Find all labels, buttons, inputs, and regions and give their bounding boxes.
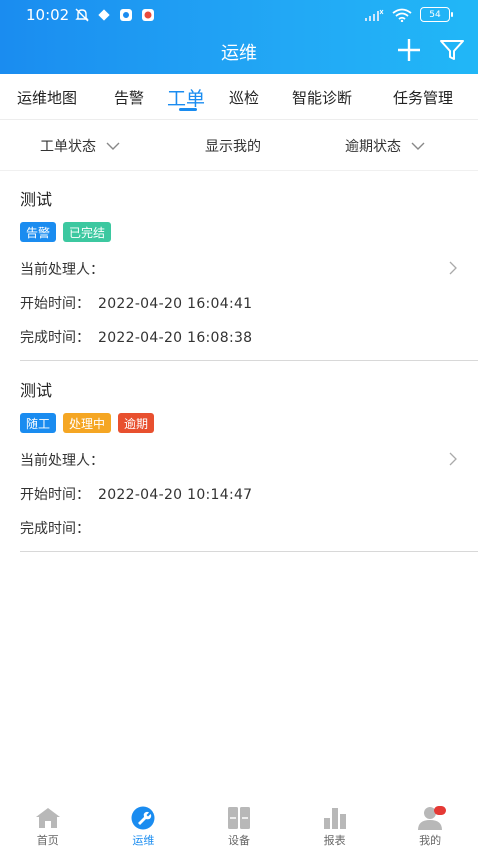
work-order-card[interactable]: 测试 告警 已完结 当前处理人： 开始时间： 2022-04-20 16:04:4… [0, 172, 478, 362]
nav-report[interactable]: 报表 [287, 796, 383, 850]
tab-ops-map[interactable]: 运维地图 [17, 74, 77, 120]
tab-inspection[interactable]: 巡检 [229, 74, 259, 120]
order-status-filter[interactable]: 工单状态 [40, 121, 120, 171]
nav-ops-label: 运维 [132, 834, 155, 847]
notification-dot [433, 806, 446, 815]
card-divider [20, 360, 478, 361]
status-bar: 10:02 54 [0, 0, 478, 30]
gallery-app-icon [120, 9, 132, 21]
finish-time-label: 完成时间： [20, 521, 90, 537]
overdue-badge: 逾期 [118, 413, 155, 433]
mute-icon [75, 8, 89, 22]
start-time-value: 2022-04-20 16:04:41 [98, 296, 253, 312]
card-divider [20, 551, 478, 552]
handler-label: 当前处理人： [20, 262, 104, 278]
chart-icon [323, 808, 346, 829]
diamond-app-icon [98, 9, 110, 21]
active-tab-indicator [179, 108, 197, 111]
bottom-nav: 首页 运维 设备 报表 我的 [0, 796, 478, 850]
tab-bar: 运维地图 告警 工单 巡检 智能诊断 任务管理 [0, 74, 478, 120]
start-time-value: 2022-04-20 10:14:47 [98, 487, 253, 503]
finish-time-row: 完成时间： [20, 518, 98, 538]
handler-label: 当前处理人： [20, 453, 104, 469]
status-icons-right: 54 [364, 7, 453, 22]
battery-level: 54 [429, 9, 441, 20]
nav-device-label: 设备 [227, 834, 250, 847]
show-mine-label: 显示我的 [205, 139, 261, 155]
start-time-label: 开始时间： [20, 487, 90, 503]
handler-row: 当前处理人： [20, 259, 112, 279]
work-order-card[interactable]: 测试 随工 处理中 逾期 当前处理人： 开始时间： 2022-04-20 10:1… [0, 363, 478, 553]
signal-icon [365, 9, 384, 21]
nav-report-label: 报表 [323, 834, 346, 847]
tab-smart-diagnosis[interactable]: 智能诊断 [292, 74, 352, 120]
nav-home[interactable]: 首页 [0, 796, 96, 850]
status-badge: 处理中 [63, 413, 112, 433]
order-title: 测试 [20, 190, 53, 209]
start-time-row: 开始时间： 2022-04-20 10:14:47 [20, 484, 252, 504]
finish-time-label: 完成时间： [20, 330, 90, 346]
browser-app-icon [142, 9, 154, 21]
handler-row: 当前处理人： [20, 450, 112, 470]
nav-mine[interactable]: 我的 [382, 796, 478, 850]
overdue-status-label: 逾期状态 [345, 139, 401, 155]
overdue-status-filter[interactable]: 逾期状态 [345, 121, 425, 171]
order-badges: 随工 处理中 逾期 [20, 413, 155, 433]
order-status-label: 工单状态 [40, 139, 96, 155]
chevron-down-icon [411, 142, 425, 150]
device-icon [227, 807, 250, 829]
start-time-label: 开始时间： [20, 296, 90, 312]
type-badge: 随工 [20, 413, 57, 433]
chevron-down-icon [106, 142, 120, 150]
home-icon [35, 808, 60, 828]
finish-time-row: 完成时间： 2022-04-20 16:08:38 [20, 327, 252, 347]
order-badges: 告警 已完结 [20, 222, 112, 242]
tab-work-order[interactable]: 工单 [167, 74, 205, 120]
type-badge: 告警 [20, 222, 57, 242]
chevron-right-icon [449, 261, 457, 275]
chevron-right-icon [449, 452, 457, 466]
show-mine-filter[interactable]: 显示我的 [205, 121, 261, 171]
status-time: 10:02 [26, 6, 70, 24]
battery-icon: 54 [420, 7, 453, 22]
nav-mine-label: 我的 [419, 834, 442, 847]
finish-time-value: 2022-04-20 16:08:38 [98, 330, 253, 346]
nav-device[interactable]: 设备 [191, 796, 287, 850]
status-badge: 已完结 [63, 222, 112, 242]
app-header: 10:02 54 运维 [0, 0, 478, 74]
start-time-row: 开始时间： 2022-04-20 16:04:41 [20, 293, 252, 313]
add-icon[interactable] [395, 37, 423, 63]
status-icons-left [74, 8, 156, 22]
tab-task-management[interactable]: 任务管理 [393, 74, 453, 120]
order-title: 测试 [20, 381, 53, 400]
wifi-icon [392, 8, 412, 22]
tab-alarm[interactable]: 告警 [114, 74, 144, 120]
nav-home-label: 首页 [36, 834, 59, 847]
wrench-icon [131, 806, 155, 830]
filter-row: 工单状态 显示我的 逾期状态 [0, 121, 478, 171]
nav-ops[interactable]: 运维 [96, 796, 192, 850]
filter-icon[interactable] [438, 37, 466, 63]
